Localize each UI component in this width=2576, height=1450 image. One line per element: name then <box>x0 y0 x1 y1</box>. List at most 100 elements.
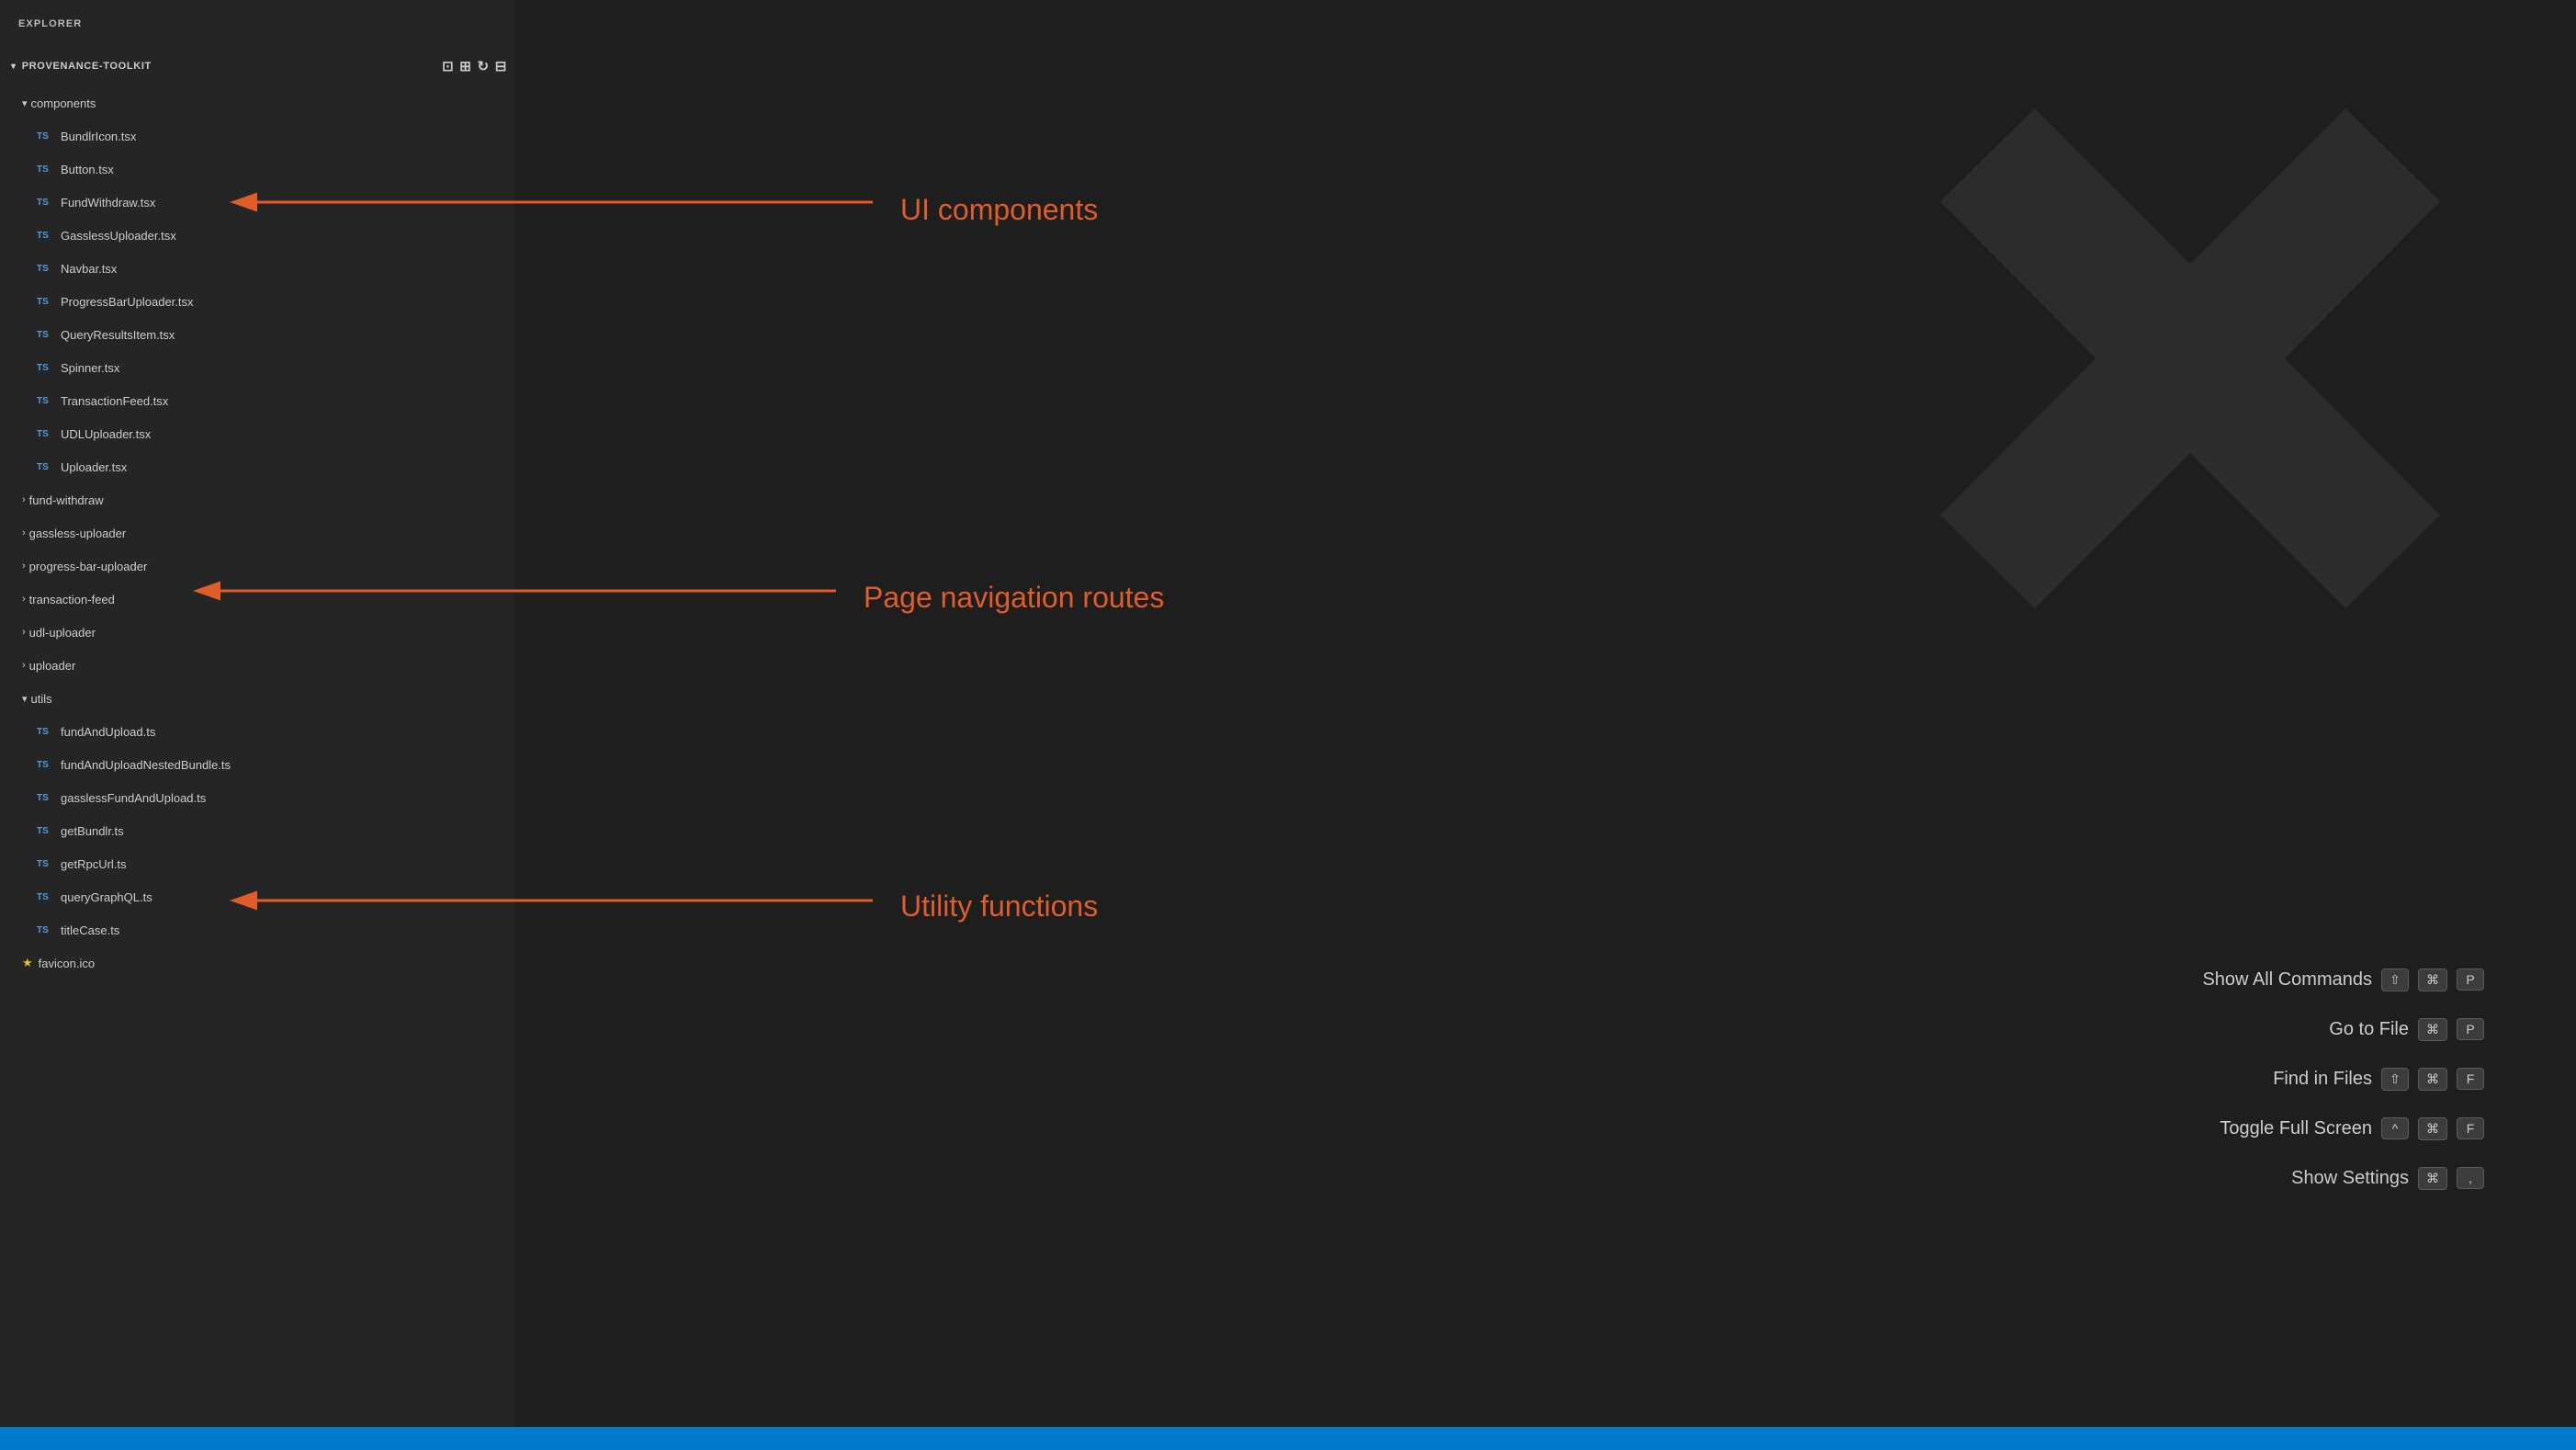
key-cmd: ⌘ <box>2418 1018 2447 1041</box>
command-label: Find in Files <box>2273 1069 2372 1090</box>
star-icon: ★ <box>22 956 33 970</box>
utility-functions-label: Utility functions <box>900 889 1098 923</box>
file-fundwithdraw[interactable]: TS FundWithdraw.tsx <box>0 186 514 219</box>
command-row-toggle-fullscreen: Toggle Full Screen ^ ⌘ F <box>2202 1112 2484 1145</box>
ts-badge: TS <box>37 297 55 307</box>
ts-badge: TS <box>37 330 55 340</box>
ts-badge: TS <box>37 164 55 175</box>
ts-badge: TS <box>37 462 55 472</box>
folder-gassless-uploader[interactable]: › gassless-uploader <box>0 516 514 549</box>
file-fundandupload[interactable]: TS fundAndUpload.ts <box>0 715 514 748</box>
file-name: gasslessFundAndUpload.ts <box>61 791 206 805</box>
folder-fund-withdraw[interactable]: › fund-withdraw <box>0 483 514 516</box>
explorer-title-bar: EXPLORER ··· <box>0 0 514 46</box>
key-f: F <box>2457 1117 2484 1139</box>
file-tree: ▾ components TS BundlrIcon.tsx TS Button… <box>0 86 514 1450</box>
folder-chevron: ▾ <box>22 97 28 109</box>
folder-progress-bar-uploader[interactable]: › progress-bar-uploader <box>0 549 514 583</box>
file-button[interactable]: TS Button.tsx <box>0 153 514 186</box>
key-cmd: ⌘ <box>2418 1167 2447 1190</box>
command-row-show-settings: Show Settings ⌘ , <box>2202 1161 2484 1195</box>
file-titlecase[interactable]: TS titleCase.ts <box>0 913 514 946</box>
folder-chevron: › <box>22 527 26 538</box>
file-name: titleCase.ts <box>61 923 119 937</box>
file-favicon[interactable]: ★ favicon.ico <box>0 946 514 980</box>
file-name: getBundlr.ts <box>61 824 124 838</box>
key-cmd: ⌘ <box>2418 1117 2447 1140</box>
ts-badge: TS <box>37 363 55 373</box>
folder-components[interactable]: ▾ components <box>0 86 514 119</box>
file-udluploader[interactable]: TS UDLUploader.tsx <box>0 417 514 450</box>
key-p: P <box>2457 1018 2484 1040</box>
file-name: TransactionFeed.tsx <box>61 394 168 408</box>
ts-badge: TS <box>37 793 55 803</box>
folder-name: components <box>31 96 96 110</box>
key-shift: ⇧ <box>2381 969 2409 991</box>
key-cmd: ⌘ <box>2418 969 2447 991</box>
command-label: Toggle Full Screen <box>2220 1118 2372 1139</box>
file-name: UDLUploader.tsx <box>61 427 151 441</box>
ts-badge: TS <box>37 198 55 208</box>
folder-name: udl-uploader <box>29 626 96 640</box>
explorer-title-text: EXPLORER <box>18 18 82 29</box>
file-spinner[interactable]: TS Spinner.tsx <box>0 351 514 384</box>
ts-badge: TS <box>37 264 55 274</box>
new-folder-icon[interactable]: ⊞ <box>459 58 471 74</box>
folder-utils[interactable]: ▾ utils <box>0 682 514 715</box>
annotation-label-ui-components: UI components <box>900 193 1098 227</box>
file-progressbaruploader[interactable]: TS ProgressBarUploader.tsx <box>0 285 514 318</box>
folder-name: uploader <box>29 659 76 673</box>
ts-badge: TS <box>37 131 55 142</box>
file-getrpcurl[interactable]: TS getRpcUrl.ts <box>0 847 514 880</box>
folder-chevron: › <box>22 627 26 638</box>
file-navbar[interactable]: TS Navbar.tsx <box>0 252 514 285</box>
folder-name: gassless-uploader <box>29 527 127 540</box>
main-area: Show All Commands ⇧ ⌘ P Go to File ⌘ P F… <box>514 0 2576 1450</box>
file-name: ProgressBarUploader.tsx <box>61 295 194 309</box>
refresh-icon[interactable]: ↻ <box>478 58 490 74</box>
file-transactionfeed[interactable]: TS TransactionFeed.tsx <box>0 384 514 417</box>
sidebar: EXPLORER ··· ▾ PROVENANCE-TOOLKIT ⊡ ⊞ ↻ … <box>0 0 514 1450</box>
file-name: Button.tsx <box>61 163 114 176</box>
file-name: queryGraphQL.ts <box>61 890 153 904</box>
file-name: getRpcUrl.ts <box>61 857 127 871</box>
command-label: Go to File <box>2329 1019 2409 1040</box>
file-bundlricon[interactable]: TS BundlrIcon.tsx <box>0 119 514 153</box>
command-row-show-all: Show All Commands ⇧ ⌘ P <box>2202 963 2484 996</box>
new-file-icon[interactable]: ⊡ <box>442 58 454 74</box>
file-name: FundWithdraw.tsx <box>61 196 155 210</box>
file-gasslessuploader[interactable]: TS GasslessUploader.tsx <box>0 219 514 252</box>
file-querygraphql[interactable]: TS queryGraphQL.ts <box>0 880 514 913</box>
file-name: Uploader.tsx <box>61 460 127 474</box>
file-name: Spinner.tsx <box>61 361 119 375</box>
folder-uploader[interactable]: › uploader <box>0 649 514 682</box>
folder-name: progress-bar-uploader <box>29 560 148 573</box>
command-palette: Show All Commands ⇧ ⌘ P Go to File ⌘ P F… <box>2202 963 2484 1211</box>
more-icon[interactable]: ··· <box>484 17 500 31</box>
key-shift: ⇧ <box>2381 1068 2409 1091</box>
folder-name: utils <box>31 692 52 706</box>
file-getbundlr[interactable]: TS getBundlr.ts <box>0 814 514 847</box>
ts-badge: TS <box>37 760 55 770</box>
project-name: PROVENANCE-TOOLKIT <box>22 61 152 72</box>
file-gasslessfundandupload[interactable]: TS gasslessFundAndUpload.ts <box>0 781 514 814</box>
key-cmd: ⌘ <box>2418 1068 2447 1091</box>
file-queryresultsitem[interactable]: TS QueryResultsItem.tsx <box>0 318 514 351</box>
key-f: F <box>2457 1068 2484 1090</box>
folder-chevron: › <box>22 494 26 505</box>
collapse-icon[interactable]: ⊟ <box>495 58 507 74</box>
file-fundanduploadnestedbundle[interactable]: TS fundAndUploadNestedBundle.ts <box>0 748 514 781</box>
file-name: Navbar.tsx <box>61 262 117 276</box>
page-navigation-label: Page navigation routes <box>864 581 1164 614</box>
ts-badge: TS <box>37 231 55 241</box>
folder-transaction-feed[interactable]: › transaction-feed <box>0 583 514 616</box>
ts-badge: TS <box>37 429 55 439</box>
project-header[interactable]: ▾ PROVENANCE-TOOLKIT ⊡ ⊞ ↻ ⊟ <box>0 46 514 86</box>
project-header-actions: ⊡ ⊞ ↻ ⊟ <box>442 58 507 74</box>
annotation-label-utility-functions: Utility functions <box>900 889 1098 923</box>
folder-udl-uploader[interactable]: › udl-uploader <box>0 616 514 649</box>
ts-badge: TS <box>37 892 55 902</box>
file-uploader[interactable]: TS Uploader.tsx <box>0 450 514 483</box>
key-ctrl: ^ <box>2381 1117 2409 1139</box>
key-comma: , <box>2457 1167 2484 1189</box>
